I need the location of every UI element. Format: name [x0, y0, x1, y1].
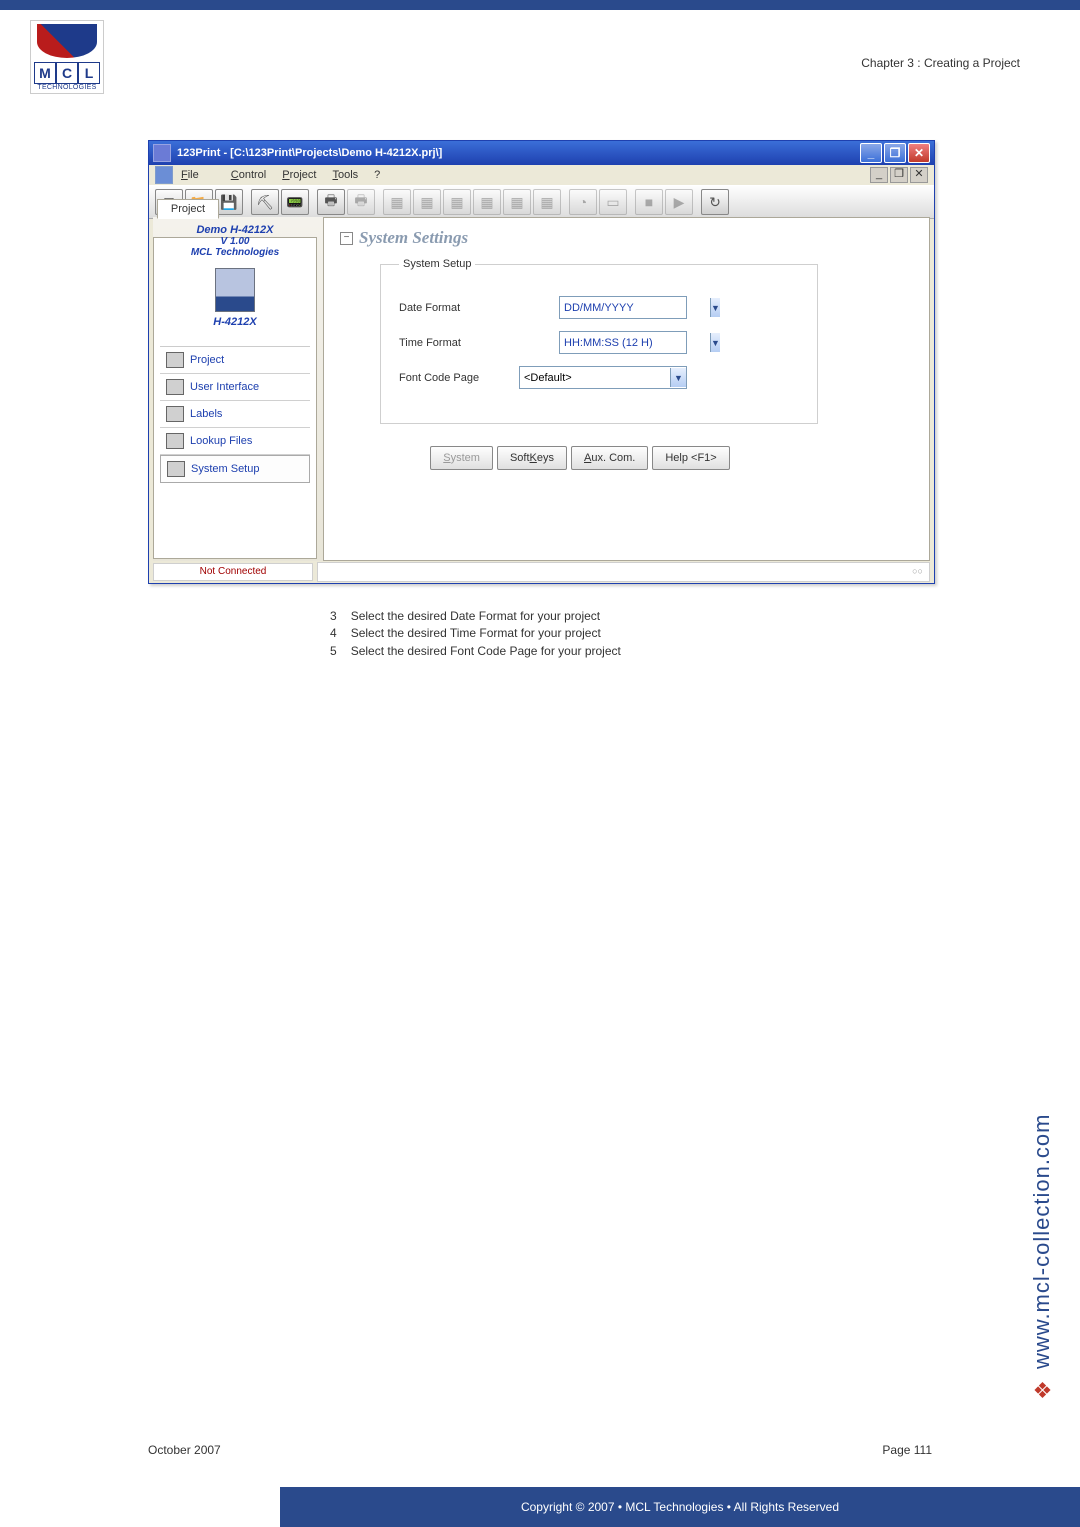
chevron-down-icon[interactable]: ▼ — [710, 298, 720, 317]
chevron-down-icon[interactable]: ▼ — [670, 368, 686, 387]
screen-icon: ▭ — [599, 189, 627, 215]
nav-project[interactable]: Project — [160, 347, 310, 374]
copyright-bar: Copyright © 2007 • MCL Technologies • Al… — [280, 1487, 1080, 1527]
time-format-label: Time Format — [399, 337, 559, 349]
system-button: System — [430, 446, 493, 470]
child-close[interactable]: ✕ — [910, 167, 928, 183]
menu-bar: File Control Project Tools ? _ ❐ ✕ — [149, 165, 934, 185]
status-filler: ○○ — [317, 562, 930, 582]
print-disabled-icon: 🖶 — [347, 189, 375, 215]
child-window-controls: _ ❐ ✕ — [870, 167, 928, 183]
play-icon: ▶ — [665, 189, 693, 215]
device-label: H-4212X — [160, 316, 310, 328]
app-window: 123Print - [C:\123Print\Projects\Demo H-… — [148, 140, 935, 584]
codepage-value[interactable] — [520, 368, 670, 387]
mdi-icon — [155, 166, 173, 184]
tool-a-icon: ▦ — [383, 189, 411, 215]
time-format-select[interactable]: ▼ — [559, 331, 687, 354]
window-title: 123Print - [C:\123Print\Projects\Demo H-… — [177, 147, 442, 159]
menu-help[interactable]: ? — [374, 169, 380, 181]
aux-com-button[interactable]: Aux. Com. — [571, 446, 648, 470]
logo-letter-m: M — [34, 62, 56, 84]
child-minimize[interactable]: _ — [870, 167, 888, 183]
project-version: V 1.00 — [160, 236, 310, 247]
nav-user-interface[interactable]: User Interface — [160, 374, 310, 401]
codepage-select[interactable]: ▼ — [519, 366, 687, 389]
time-format-value[interactable] — [560, 333, 710, 352]
close-button[interactable]: ✕ — [908, 143, 930, 163]
tool-f-icon: ▦ — [533, 189, 561, 215]
tool-c-icon: ▦ — [443, 189, 471, 215]
status-bar: Not Connected ○○ — [153, 563, 930, 581]
tool-d-icon: ▦ — [473, 189, 501, 215]
footer-date: October 2007 — [148, 1443, 221, 1457]
help-button[interactable]: Help <F1> — [652, 446, 729, 470]
project-info: Demo H-4212X V 1.00 MCL Technologies — [160, 224, 310, 258]
date-format-value[interactable] — [560, 298, 710, 317]
labels-nav-icon — [166, 406, 184, 422]
instruction-list: 3Select the desired Date Format for your… — [330, 608, 621, 660]
menu-tools[interactable]: Tools — [332, 169, 358, 181]
sidebar-tab[interactable]: Project — [157, 199, 219, 219]
nav-labels[interactable]: Labels — [160, 401, 310, 428]
ui-nav-icon — [166, 379, 184, 395]
work-area: Project Demo H-4212X V 1.00 MCL Technolo… — [153, 217, 930, 561]
toolbar: ▢ 📂 💾 ⛏ 📟 🖶 🖶 ▦ ▦ ▦ ▦ ▦ ▦ ◔ ▭ ■ ▶ ↻ — [149, 185, 934, 219]
mcl-logo: M C L TECHNOLOGIES — [30, 20, 104, 94]
save-icon[interactable]: 💾 — [215, 189, 243, 215]
footer-page: Page 111 — [882, 1443, 932, 1457]
chapter-heading: Chapter 3 : Creating a Project — [861, 56, 1020, 70]
deploy-icon[interactable]: 📟 — [281, 189, 309, 215]
minimize-button[interactable]: _ — [860, 143, 882, 163]
clock-icon: ◔ — [569, 189, 597, 215]
panel-heading: System Settings — [359, 228, 468, 248]
app-icon — [153, 144, 171, 162]
status-connection: Not Connected — [153, 563, 313, 581]
system-setup-fieldset: System Setup Date Format ▼ Time Format ▼ — [380, 258, 818, 424]
logo-subtitle: TECHNOLOGIES — [37, 84, 96, 91]
fieldset-legend: System Setup — [399, 258, 475, 270]
date-format-label: Date Format — [399, 302, 559, 314]
bullet-icon: ❖ — [1029, 1375, 1055, 1401]
project-vendor: MCL Technologies — [160, 247, 310, 258]
maximize-button[interactable]: ❐ — [884, 143, 906, 163]
refresh-icon[interactable]: ↻ — [701, 189, 729, 215]
lookup-nav-icon — [166, 433, 184, 449]
tool-e-icon: ▦ — [503, 189, 531, 215]
instruction-4: 4Select the desired Time Format for your… — [330, 625, 621, 642]
project-name: Demo H-4212X — [160, 224, 310, 236]
main-panel: − System Settings System Setup Date Form… — [323, 217, 930, 561]
soft-keys-button[interactable]: Soft Keys — [497, 446, 567, 470]
logo-wave-icon — [37, 24, 97, 58]
stop-icon: ■ — [635, 189, 663, 215]
vertical-url: ❖ www.mcl-collection.com — [1028, 927, 1056, 1407]
chevron-down-icon[interactable]: ▼ — [710, 333, 720, 352]
logo-letter-c: C — [56, 62, 78, 84]
doc-page: M C L TECHNOLOGIES Chapter 3 : Creating … — [0, 0, 1080, 1527]
print-icon[interactable]: 🖶 — [317, 189, 345, 215]
nav-system-setup[interactable]: System Setup — [160, 455, 310, 483]
top-border — [0, 0, 1080, 10]
project-nav-icon — [166, 352, 184, 368]
button-row: System Soft Keys Aux. Com. Help <F1> — [380, 446, 780, 470]
tree-collapse-icon[interactable]: − — [340, 232, 353, 245]
page-footer: October 2007 Page 111 — [148, 1443, 932, 1457]
build-icon[interactable]: ⛏ — [251, 189, 279, 215]
logo-letter-l: L — [78, 62, 100, 84]
tool-b-icon: ▦ — [413, 189, 441, 215]
menu-project[interactable]: Project — [282, 169, 316, 181]
nav-list: Project User Interface Labels Lookup Fil… — [160, 346, 310, 483]
sidebar: Demo H-4212X V 1.00 MCL Technologies H-4… — [153, 237, 317, 559]
child-restore[interactable]: ❐ — [890, 167, 908, 183]
nav-lookup-files[interactable]: Lookup Files — [160, 428, 310, 455]
menu-control[interactable]: Control — [231, 169, 266, 181]
instruction-5: 5Select the desired Font Code Page for y… — [330, 643, 621, 660]
date-format-select[interactable]: ▼ — [559, 296, 687, 319]
system-nav-icon — [167, 461, 185, 477]
title-bar[interactable]: 123Print - [C:\123Print\Projects\Demo H-… — [149, 141, 934, 165]
instruction-3: 3Select the desired Date Format for your… — [330, 608, 621, 625]
menu-file[interactable]: File — [181, 169, 215, 181]
device-icon — [215, 268, 255, 312]
